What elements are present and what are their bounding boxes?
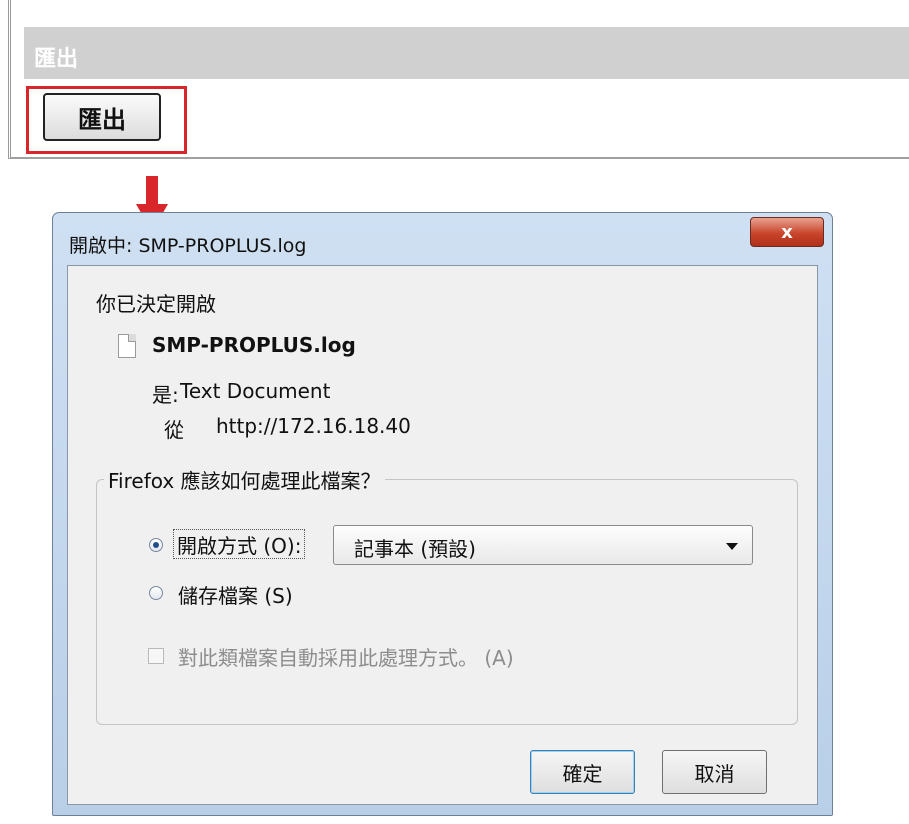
open-file-dialog: 開啟中: SMP-PROPLUS.log x 你已決定開啟 SMP-PROPLU… — [52, 212, 833, 816]
open-with-radio[interactable] — [149, 538, 163, 552]
type-value: Text Document — [180, 379, 331, 403]
intro-text: 你已決定開啟 — [96, 292, 216, 316]
close-icon: x — [781, 221, 793, 243]
from-value: http://172.16.18.40 — [216, 414, 411, 438]
export-button[interactable]: 匯出 — [43, 93, 161, 141]
ok-button[interactable]: 確定 — [530, 750, 635, 794]
auto-handle-label: 對此類檔案自動採用此處理方式。 (A) — [178, 646, 514, 670]
chevron-down-icon — [726, 543, 738, 550]
close-button[interactable]: x — [750, 217, 824, 247]
auto-handle-checkbox[interactable] — [148, 648, 164, 664]
dialog-body: 你已決定開啟 SMP-PROPLUS.log 是: Text Document … — [67, 265, 818, 805]
open-with-label[interactable]: 開啟方式 (O): — [172, 529, 306, 559]
cancel-button[interactable]: 取消 — [662, 750, 767, 794]
open-with-app: 記事本 (預設) — [354, 537, 476, 561]
document-icon — [118, 334, 136, 358]
open-with-select[interactable]: 記事本 (預設) — [333, 525, 753, 565]
handling-group-label: Firefox 應該如何處理此檔案？ — [104, 465, 385, 494]
type-label: 是: — [152, 383, 179, 407]
dialog-title: 開啟中: SMP-PROPLUS.log — [69, 235, 307, 257]
export-section-title: 匯出 — [34, 47, 79, 72]
save-file-radio[interactable] — [149, 586, 163, 600]
save-file-label[interactable]: 儲存檔案 (S) — [178, 580, 293, 609]
file-name: SMP-PROPLUS.log — [152, 333, 356, 357]
down-arrow-icon — [146, 176, 158, 206]
export-section-header: 匯出 — [24, 27, 909, 79]
from-label: 從 — [164, 418, 184, 442]
